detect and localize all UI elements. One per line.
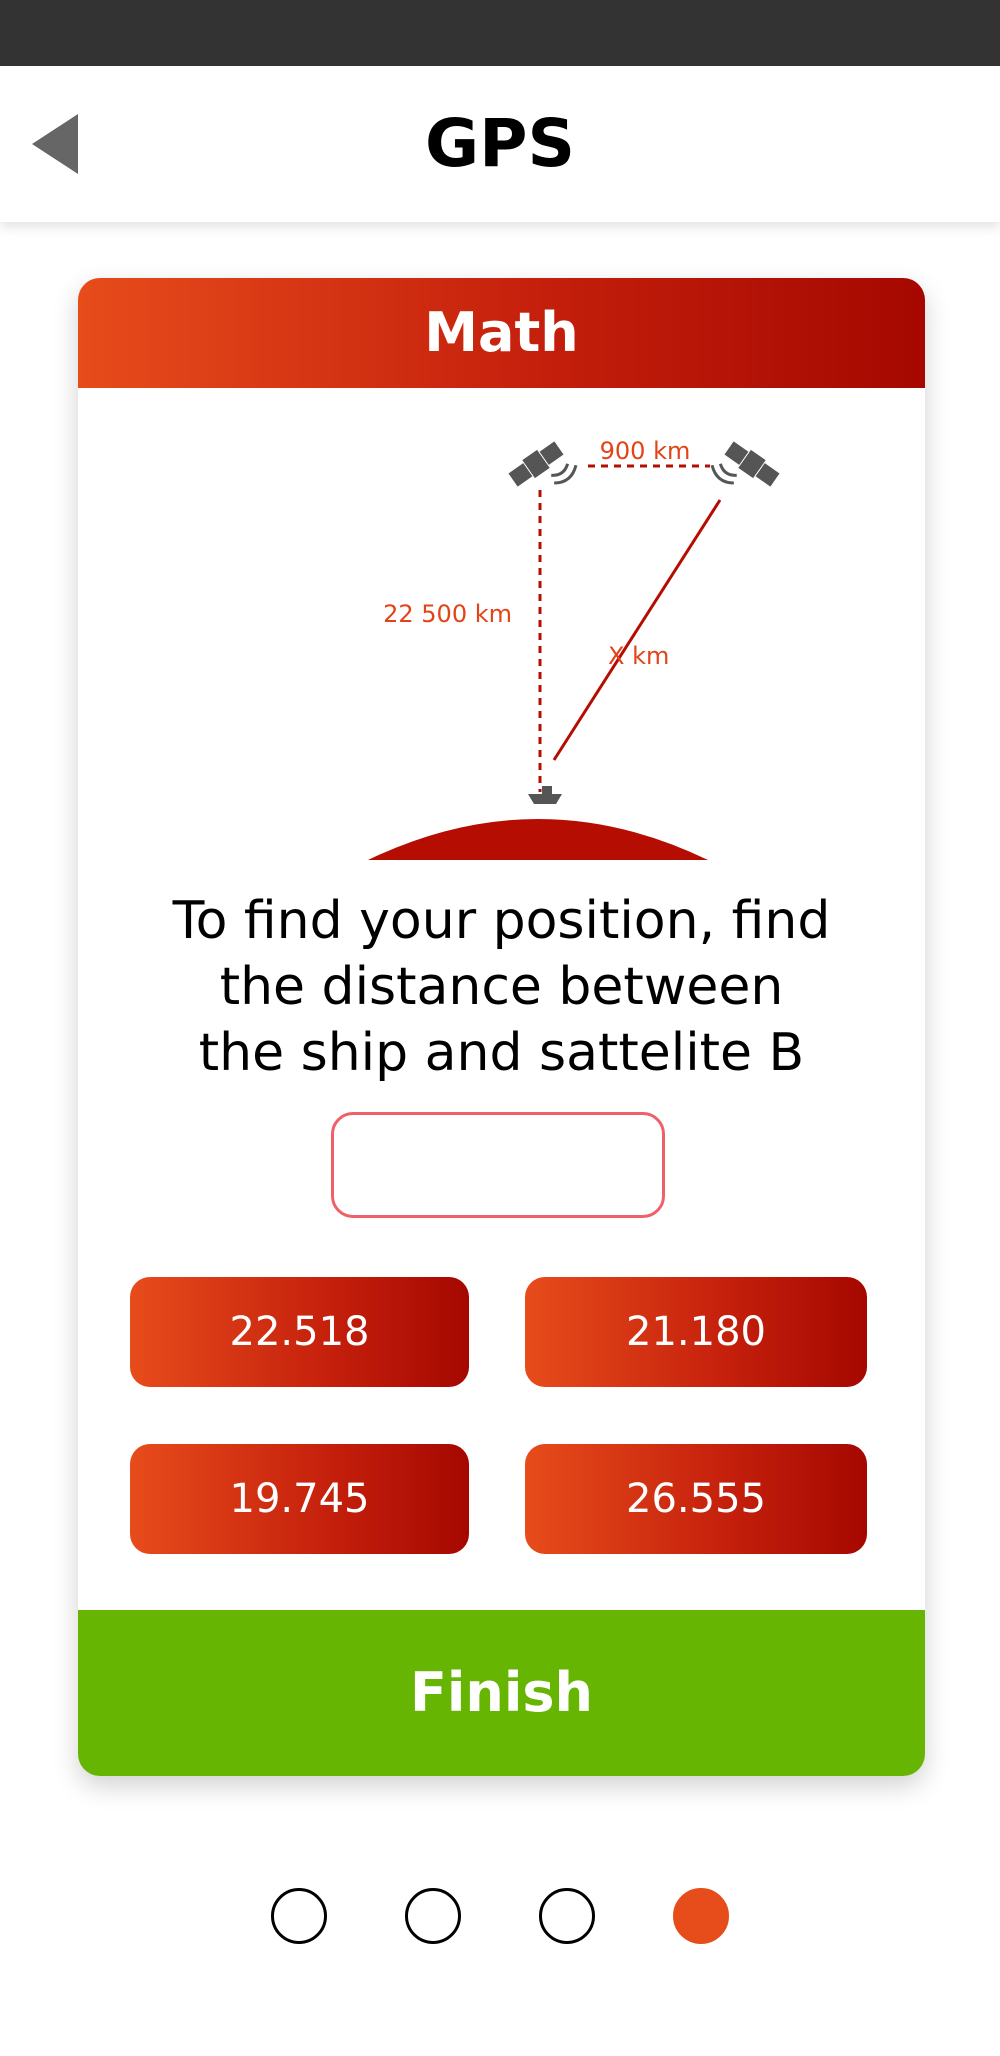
- satellite-b-icon: [710, 441, 780, 487]
- satellite-a-icon: [508, 441, 578, 487]
- answer-option-button[interactable]: 21.180: [525, 1277, 867, 1387]
- answer-option-button[interactable]: 22.518: [130, 1277, 469, 1387]
- answer-input[interactable]: [331, 1112, 665, 1218]
- question-line: the ship and sattelite B: [198, 1023, 805, 1083]
- finish-button[interactable]: Finish: [78, 1610, 925, 1776]
- earth-shape: [368, 819, 708, 860]
- question-line: the distance between: [219, 957, 784, 1017]
- page-indicator: [271, 1888, 731, 1944]
- answer-option-button[interactable]: 26.555: [525, 1444, 867, 1554]
- ship-icon: [528, 786, 562, 804]
- gps-diagram: 900 km 22 500 km X km: [368, 437, 780, 860]
- question-text: To find your position, find the distance…: [108, 888, 895, 1086]
- status-bar: [0, 0, 1000, 66]
- answer-option-button[interactable]: 19.745: [130, 1444, 469, 1554]
- label-distance-b-ship: X km: [608, 642, 669, 670]
- page-dot-4[interactable]: [673, 1888, 729, 1944]
- label-distance-ab: 900 km: [600, 437, 691, 465]
- question-line: To find your position, find: [172, 891, 831, 951]
- app-header: GPS: [0, 66, 1000, 222]
- page-dot-2[interactable]: [405, 1888, 461, 1944]
- back-button[interactable]: [28, 110, 88, 178]
- page-dot-1[interactable]: [271, 1888, 327, 1944]
- page-dot-3[interactable]: [539, 1888, 595, 1944]
- quiz-card: Math 900 km 22 500 km X km To find your …: [78, 278, 925, 1776]
- label-distance-a-ship: 22 500 km: [383, 600, 512, 628]
- line-b-ship: [552, 499, 722, 761]
- page-title: GPS: [424, 105, 576, 182]
- back-arrow-icon: [32, 114, 78, 174]
- card-title: Math: [78, 278, 925, 388]
